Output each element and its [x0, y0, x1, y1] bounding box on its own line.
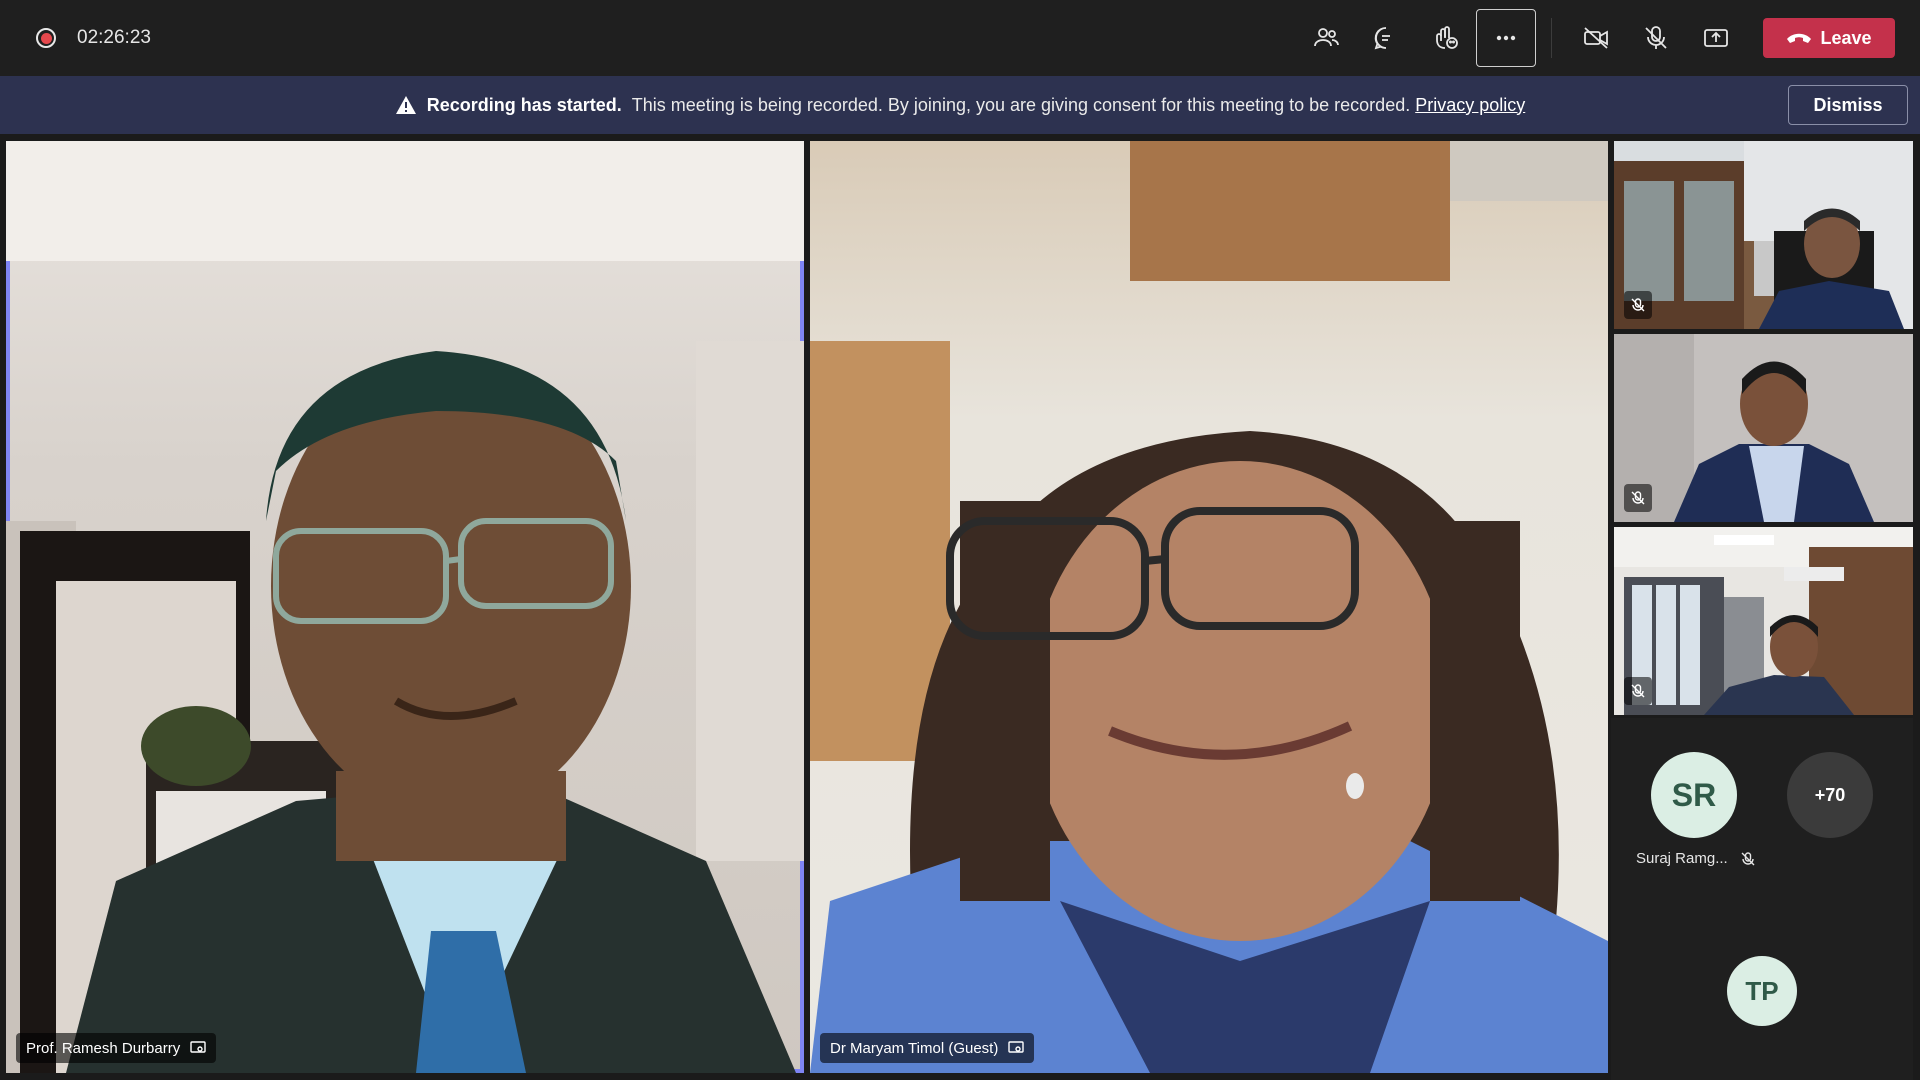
video-tile-maryam[interactable]: Dr Maryam Timol (Guest) [810, 141, 1608, 1073]
mic-off-icon [1631, 684, 1645, 698]
leave-label: Leave [1820, 27, 1872, 48]
participant-label-suraj: Suraj Ramg... [1636, 850, 1756, 867]
toolbar-divider [1551, 18, 1552, 58]
avatar-initials: TP [1745, 975, 1779, 1006]
meeting-toolbar: 02:26:23 Leave [0, 0, 1920, 76]
meeting-timer: 02:26:23 [77, 27, 151, 48]
video-tile-side-1[interactable] [1614, 141, 1913, 329]
participants-button[interactable] [1302, 14, 1350, 62]
name-tag-maryam: Dr Maryam Timol (Guest) [820, 1033, 1035, 1063]
presenter-icon [1008, 1041, 1025, 1053]
more-actions-button[interactable] [1476, 9, 1536, 67]
muted-indicator [1624, 291, 1652, 319]
mic-toggle-button[interactable] [1632, 14, 1680, 62]
participant-video-side-2 [1614, 334, 1913, 522]
participant-video-ramesh [6, 141, 804, 1073]
mic-off-icon [1631, 491, 1645, 505]
camera-toggle-button[interactable] [1572, 14, 1620, 62]
video-tile-side-2[interactable] [1614, 334, 1913, 522]
share-icon [1704, 29, 1728, 47]
more-icon [1496, 35, 1516, 41]
recording-banner: Recording has started. This meeting is b… [0, 76, 1920, 134]
participant-video-side-3 [1614, 527, 1913, 715]
muted-indicator [1624, 677, 1652, 705]
mic-off-icon [1631, 298, 1645, 312]
overflow-participants-panel: SR Suraj Ramg... +70 TP [1611, 718, 1913, 1080]
video-tile-ramesh[interactable]: Prof. Ramesh Durbarry [6, 141, 804, 1073]
participants-icon [1314, 28, 1339, 47]
participant-name-suraj: Suraj Ramg... [1636, 850, 1728, 867]
mic-off-icon [1645, 26, 1667, 49]
participant-name-maryam: Dr Maryam Timol (Guest) [830, 1039, 999, 1057]
banner-message: This meeting is being recorded. By joini… [631, 94, 1411, 115]
avatar-tp[interactable]: TP [1727, 956, 1797, 1026]
more-participants-count: +70 [1814, 784, 1846, 805]
reactions-icon [1436, 26, 1458, 49]
avatar-initials: SR [1671, 776, 1717, 813]
leave-button[interactable]: Leave [1763, 18, 1895, 58]
dismiss-button[interactable]: Dismiss [1788, 85, 1908, 125]
avatar-suraj[interactable]: SR [1651, 752, 1737, 838]
video-tile-side-3[interactable] [1614, 527, 1913, 715]
chat-button[interactable] [1362, 14, 1410, 62]
participant-video-side-1 [1614, 141, 1913, 329]
participant-name-ramesh: Prof. Ramesh Durbarry [26, 1039, 181, 1057]
presenter-icon [190, 1041, 206, 1053]
recording-indicator-icon [36, 28, 56, 48]
more-participants-button[interactable]: +70 [1787, 752, 1873, 838]
muted-indicator [1624, 484, 1652, 512]
participant-video-maryam [810, 141, 1608, 1073]
banner-title: Recording has started. [426, 94, 622, 115]
mic-off-icon [1741, 851, 1755, 865]
chat-icon [1374, 27, 1390, 50]
name-tag-ramesh: Prof. Ramesh Durbarry [16, 1033, 217, 1063]
reactions-button[interactable] [1422, 14, 1470, 62]
privacy-policy-link[interactable]: Privacy policy [1415, 95, 1525, 116]
phone-icon [1787, 33, 1812, 43]
share-screen-button[interactable] [1692, 14, 1740, 62]
warning-icon [395, 96, 416, 114]
camera-off-icon [1584, 27, 1608, 49]
